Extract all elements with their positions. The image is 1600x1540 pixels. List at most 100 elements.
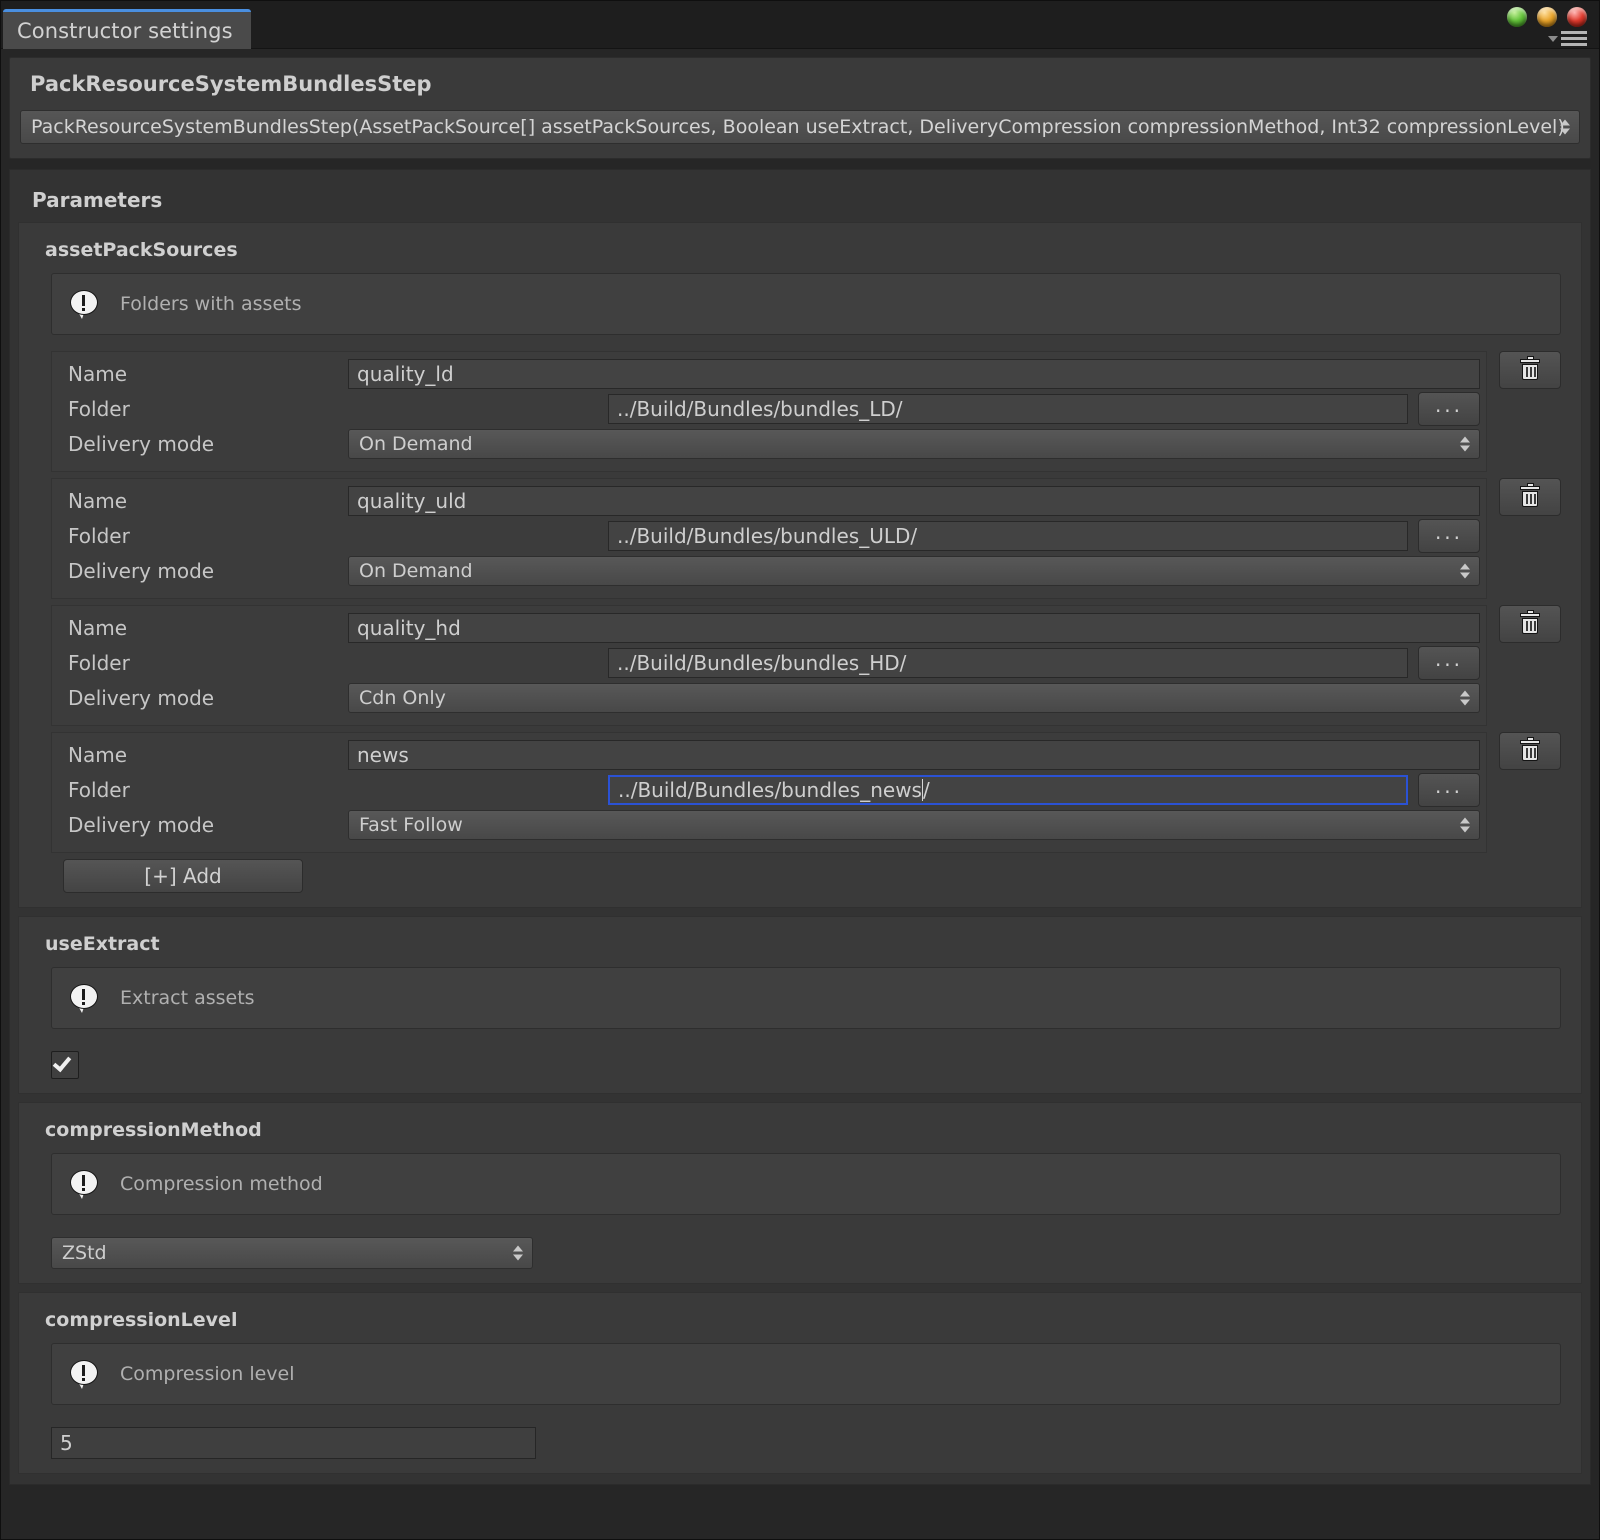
delivery-row: Delivery mode Cdn Only	[58, 682, 1480, 714]
useextract-checkbox[interactable]	[51, 1051, 79, 1079]
delete-row-button[interactable]	[1499, 351, 1561, 389]
trash-icon	[1520, 356, 1540, 381]
helpbox-text: Folders with assets	[120, 293, 302, 315]
delivery-mode-dropdown[interactable]: Fast Follow	[348, 810, 1480, 840]
folder-input[interactable]: ../Build/Bundles/bundles_ULD/	[608, 521, 1408, 551]
folder-label: Folder	[68, 524, 130, 548]
constructor-signature-text: PackResourceSystemBundlesStep(AssetPackS…	[31, 116, 1565, 138]
chevron-down-icon	[1548, 35, 1558, 42]
trash-icon	[1520, 737, 1540, 762]
add-assetpacksource-button[interactable]: [+] Add	[63, 859, 303, 893]
name-label: Name	[68, 489, 128, 513]
minimize-button[interactable]	[1507, 7, 1527, 27]
assetpacksource-row: Name quality_uld Folder ../Build/Bundles…	[51, 478, 1487, 599]
helpbox-text: Compression method	[120, 1173, 323, 1195]
updown-arrows-icon	[1460, 817, 1470, 833]
helpbox-text: Compression level	[120, 1363, 295, 1385]
name-input[interactable]: quality_uld	[348, 486, 1480, 516]
section-title: useExtract	[45, 933, 160, 955]
delivery-mode-dropdown[interactable]: On Demand	[348, 429, 1480, 459]
folder-row: Folder ../Build/Bundles/bundles_HD/ ...	[58, 646, 1480, 680]
name-row: Name news	[58, 739, 1480, 771]
trash-icon	[1520, 610, 1540, 635]
section-assetpacksources: assetPackSources Folders with assets Nam…	[18, 222, 1582, 908]
list-item: Name news Folder ../Build/Bundles/bundle…	[51, 732, 1561, 853]
folder-input-focused[interactable]: ../Build/Bundles/bundles_news /	[608, 775, 1408, 805]
delivery-mode-dropdown[interactable]: On Demand	[348, 556, 1480, 586]
parameters-title: Parameters	[32, 188, 163, 212]
name-input[interactable]: quality_ld	[348, 359, 1480, 389]
assetpacksource-row: Name quality_ld Folder ../Build/Bundles/…	[51, 351, 1487, 472]
browse-folder-button[interactable]: ...	[1418, 519, 1480, 553]
section-title: assetPackSources	[45, 239, 238, 261]
tab-label: Constructor settings	[17, 18, 233, 43]
updown-arrows-icon	[513, 1245, 523, 1261]
name-row: Name quality_uld	[58, 485, 1480, 517]
name-input[interactable]: quality_hd	[348, 613, 1480, 643]
folder-row: Folder ../Build/Bundles/bundles_news / .…	[58, 773, 1480, 807]
maximize-button[interactable]	[1537, 7, 1557, 27]
helpbox-compressionmethod: Compression method	[51, 1153, 1561, 1215]
folder-input[interactable]: ../Build/Bundles/bundles_LD/	[608, 394, 1408, 424]
tab-constructor-settings[interactable]: Constructor settings	[3, 9, 251, 49]
name-input[interactable]: news	[348, 740, 1480, 770]
helpbox-compressionlevel: Compression level	[51, 1343, 1561, 1405]
folder-row: Folder ../Build/Bundles/bundles_ULD/ ...	[58, 519, 1480, 553]
delivery-mode-label: Delivery mode	[68, 813, 215, 837]
list-item: Name quality_hd Folder ../Build/Bundles/…	[51, 605, 1561, 726]
compression-method-dropdown[interactable]: ZStd	[51, 1237, 533, 1269]
list-item: Name quality_ld Folder ../Build/Bundles/…	[51, 351, 1561, 472]
delete-row-button[interactable]	[1499, 478, 1561, 516]
window-titlebar: Constructor settings	[1, 1, 1599, 49]
parameters-panel: Parameters assetPackSources Folders with…	[9, 169, 1591, 1485]
section-compressionlevel: compressionLevel Compression level 5	[18, 1292, 1582, 1474]
browse-folder-button[interactable]: ...	[1418, 646, 1480, 680]
constructor-signature-dropdown[interactable]: PackResourceSystemBundlesStep(AssetPackS…	[20, 110, 1580, 144]
delivery-mode-dropdown[interactable]: Cdn Only	[348, 683, 1480, 713]
compression-level-input[interactable]: 5	[51, 1427, 536, 1459]
compression-method-value: ZStd	[62, 1242, 107, 1264]
list-item: Name quality_uld Folder ../Build/Bundles…	[51, 478, 1561, 599]
folder-label: Folder	[68, 651, 130, 675]
helpbox-useextract: Extract assets	[51, 967, 1561, 1029]
assetpacksource-row: Name news Folder ../Build/Bundles/bundle…	[51, 732, 1487, 853]
hamburger-menu-icon[interactable]	[1548, 31, 1587, 46]
browse-folder-button[interactable]: ...	[1418, 773, 1480, 807]
info-icon	[70, 290, 100, 319]
info-icon	[70, 984, 100, 1013]
window-controls	[1507, 7, 1587, 27]
delivery-mode-label: Delivery mode	[68, 432, 215, 456]
browse-folder-button[interactable]: ...	[1418, 392, 1480, 426]
delivery-mode-value: Cdn Only	[359, 687, 446, 709]
section-useextract: useExtract Extract assets	[18, 916, 1582, 1094]
assetpacksource-list: Name quality_ld Folder ../Build/Bundles/…	[51, 351, 1561, 893]
folder-input-text: ../Build/Bundles/bundles_news	[618, 778, 922, 802]
delivery-row: Delivery mode Fast Follow	[58, 809, 1480, 841]
name-label: Name	[68, 616, 128, 640]
constructor-settings-window: Constructor settings PackResourceSystemB…	[0, 0, 1600, 1540]
name-row: Name quality_ld	[58, 358, 1480, 390]
menu-bars-icon	[1561, 31, 1587, 46]
folder-input-text-tail: /	[922, 778, 930, 802]
page-title: PackResourceSystemBundlesStep	[30, 72, 432, 96]
useextract-checkbox-wrap	[51, 1051, 1569, 1079]
helpbox-text: Extract assets	[120, 987, 255, 1009]
info-icon	[70, 1360, 100, 1389]
folder-label: Folder	[68, 397, 130, 421]
section-title: compressionMethod	[45, 1119, 262, 1141]
close-button[interactable]	[1567, 7, 1587, 27]
name-label: Name	[68, 362, 128, 386]
name-row: Name quality_hd	[58, 612, 1480, 644]
delivery-row: Delivery mode On Demand	[58, 428, 1480, 460]
folder-input[interactable]: ../Build/Bundles/bundles_HD/	[608, 648, 1408, 678]
updown-arrows-icon	[1460, 563, 1470, 579]
delivery-mode-value: On Demand	[359, 560, 473, 582]
delivery-mode-label: Delivery mode	[68, 559, 215, 583]
updown-arrows-icon	[1460, 436, 1470, 452]
delete-row-button[interactable]	[1499, 605, 1561, 643]
section-title: compressionLevel	[45, 1309, 238, 1331]
helpbox-assetpacksources: Folders with assets	[51, 273, 1561, 335]
assetpacksource-row: Name quality_hd Folder ../Build/Bundles/…	[51, 605, 1487, 726]
updown-arrows-icon	[1560, 119, 1570, 135]
delete-row-button[interactable]	[1499, 732, 1561, 770]
